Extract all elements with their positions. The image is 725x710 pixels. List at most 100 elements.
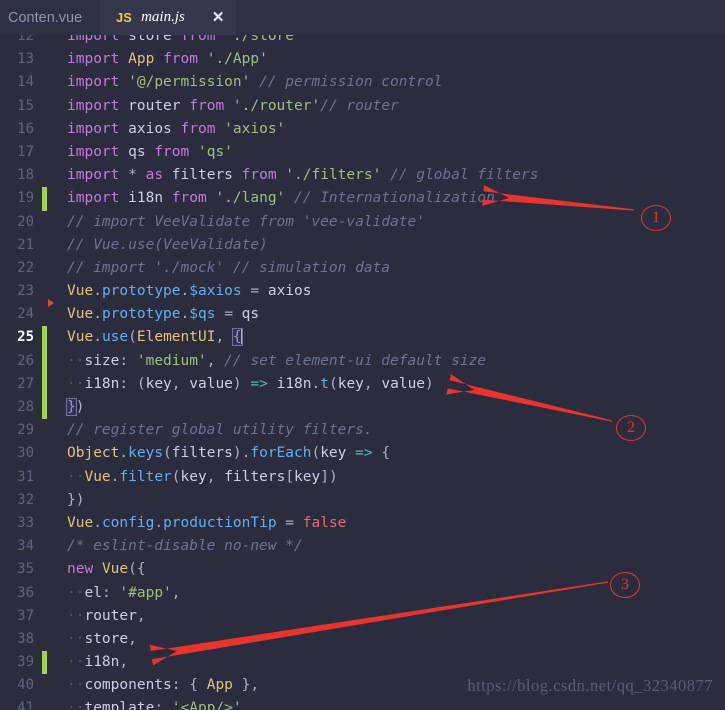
code-text: import i18n from './lang' // Internation… bbox=[67, 190, 495, 207]
line-number: 32 bbox=[17, 491, 34, 508]
code-line[interactable]: 18 import * as filters from './filters' /… bbox=[0, 164, 725, 187]
gutter-spacer bbox=[42, 234, 47, 257]
line-number: 21 bbox=[17, 236, 34, 253]
code-text: Vue.config.productionTip = false bbox=[67, 514, 347, 531]
gutter-spacer bbox=[42, 164, 47, 187]
code-text: // import VeeValidate from 'vee-validate… bbox=[67, 213, 425, 230]
code-text: }) bbox=[67, 491, 85, 508]
gutter-spacer bbox=[42, 466, 47, 489]
code-text: }) bbox=[66, 398, 85, 416]
line-number: 35 bbox=[17, 561, 34, 578]
tab-label: main.js bbox=[141, 9, 185, 25]
code-text: new Vue({ bbox=[67, 561, 146, 578]
code-text: import router from './router'// router bbox=[67, 97, 399, 114]
code-line[interactable]: 32}) bbox=[0, 489, 725, 512]
code-line[interactable]: 35 new Vue({ bbox=[0, 558, 725, 581]
gutter-spacer bbox=[42, 674, 47, 697]
modified-line-marker bbox=[42, 372, 47, 396]
code-line[interactable]: 23 Vue.prototype.$axios = axios bbox=[0, 280, 725, 307]
line-number: 33 bbox=[17, 514, 34, 531]
code-line[interactable]: 26 ··size: 'medium', // set element-ui de… bbox=[0, 349, 725, 373]
code-line[interactable]: 27 ··i18n: (key, value) => i18n.t(key, va… bbox=[0, 372, 725, 396]
code-line[interactable]: 24 Vue.prototype.$qs = qs bbox=[0, 303, 725, 326]
code-editor-area[interactable]: 12 import store from './store' 13 import Ap… bbox=[0, 28, 725, 710]
code-lines-container: 12 import store from './store' 13 import Ap… bbox=[0, 28, 725, 710]
line-number: 23 bbox=[17, 283, 34, 300]
gutter-spacer bbox=[42, 257, 47, 280]
close-icon[interactable]: ✕ bbox=[212, 10, 225, 25]
line-number: 41 bbox=[17, 700, 34, 710]
code-text: ··Vue.filter(key, filters[key]) bbox=[67, 468, 338, 485]
gutter-spacer bbox=[42, 558, 47, 581]
code-line[interactable]: 21 // Vue.use(VeeValidate) bbox=[0, 234, 725, 257]
code-text: import App from './App' bbox=[67, 51, 268, 68]
line-number: 34 bbox=[17, 538, 34, 555]
code-line[interactable]: 28}) bbox=[0, 396, 725, 420]
line-number: 37 bbox=[17, 607, 34, 624]
code-line[interactable]: 20 // import VeeValidate from 'vee-valida… bbox=[0, 211, 725, 234]
code-line[interactable]: 36 ··el: '#app', bbox=[0, 582, 725, 605]
javascript-file-icon: JS bbox=[116, 10, 133, 25]
line-number: 14 bbox=[17, 74, 34, 91]
line-number: 28 bbox=[17, 399, 34, 415]
code-line[interactable]: 29 // register global utility filters. bbox=[0, 419, 725, 442]
modified-line-marker bbox=[42, 396, 47, 420]
code-text: // register global utility filters. bbox=[67, 422, 373, 439]
tab-main-js[interactable]: JS main.js ✕ bbox=[100, 0, 237, 35]
code-text: import * as filters from './filters' // … bbox=[67, 167, 539, 184]
code-text: // Vue.use(VeeValidate) bbox=[67, 236, 268, 253]
line-number: 18 bbox=[17, 167, 34, 184]
line-number: 30 bbox=[17, 445, 34, 462]
code-line[interactable]: 31 ··Vue.filter(key, filters[key]) bbox=[0, 466, 725, 489]
gutter-spacer bbox=[42, 512, 47, 535]
code-line[interactable]: 15 import router from './router'// router bbox=[0, 95, 725, 118]
code-line[interactable]: 33 Vue.config.productionTip = false bbox=[0, 512, 725, 535]
gutter-spacer bbox=[42, 535, 47, 558]
code-text: import qs from 'qs' bbox=[67, 143, 233, 160]
gutter-spacer bbox=[42, 280, 47, 303]
code-text: import axios from 'axios' bbox=[67, 120, 286, 137]
code-line[interactable]: 34 /* eslint-disable no-new */ bbox=[0, 535, 725, 558]
code-text: ··el: '#app', bbox=[67, 584, 181, 601]
modified-line-marker bbox=[42, 326, 47, 350]
modified-line-marker bbox=[42, 349, 47, 373]
line-number: 25 bbox=[17, 329, 34, 346]
line-number: 29 bbox=[17, 422, 34, 439]
gutter-spacer bbox=[42, 697, 47, 710]
line-number: 31 bbox=[17, 468, 34, 485]
code-text: Vue.prototype.$qs = qs bbox=[67, 306, 260, 323]
line-number: 15 bbox=[17, 97, 34, 114]
code-text: Vue.use(ElementUI, { bbox=[44, 325, 725, 349]
code-line[interactable]: 22 // import './mock' // simulation data bbox=[0, 257, 725, 280]
code-line[interactable]: 14 import '@/permission' // permission co… bbox=[0, 71, 725, 94]
gutter-spacer bbox=[42, 419, 47, 442]
code-line[interactable]: 30 Object.keys(filters).forEach(key => { bbox=[0, 442, 725, 465]
code-line[interactable]: 19 import i18n from './lang' // Internati… bbox=[0, 187, 725, 211]
code-text: ··router, bbox=[67, 607, 146, 624]
code-text: /* eslint-disable no-new */ bbox=[67, 538, 303, 555]
line-number: 27 bbox=[17, 375, 34, 392]
line-number: 17 bbox=[17, 143, 34, 160]
code-text: ··i18n, bbox=[67, 654, 129, 671]
code-line[interactable]: 13 import App from './App' bbox=[0, 48, 725, 71]
code-line[interactable]: 39 ··i18n, bbox=[0, 651, 725, 675]
tab-label: Conten.vue bbox=[8, 9, 83, 26]
code-text: ··size: 'medium', // set element-ui defa… bbox=[67, 352, 487, 369]
code-line[interactable]: 41 ··template: '<App/>' bbox=[0, 697, 725, 710]
code-line[interactable]: 37 ··router, bbox=[0, 605, 725, 628]
gutter-spacer bbox=[42, 489, 47, 512]
line-number: 40 bbox=[17, 677, 34, 694]
code-line[interactable]: 16 import axios from 'axios' bbox=[0, 118, 725, 141]
watermark-url: https://blog.csdn.net/qq_32340877 bbox=[467, 676, 713, 695]
code-text: import '@/permission' // permission cont… bbox=[67, 74, 443, 91]
line-number: 20 bbox=[17, 213, 34, 230]
code-line[interactable]: 25 Vue.use(ElementUI, { bbox=[0, 325, 725, 350]
code-text: ··i18n: (key, value) => i18n.t(key, valu… bbox=[67, 375, 434, 392]
code-text: ··store, bbox=[67, 630, 137, 647]
tab-conten-vue[interactable]: Conten.vue bbox=[0, 0, 100, 35]
code-line[interactable]: 38 ··store, bbox=[0, 628, 725, 651]
code-text: Vue.prototype.$axios = axios bbox=[67, 283, 312, 300]
code-line[interactable]: 17 import qs from 'qs' bbox=[0, 141, 725, 164]
line-number: 36 bbox=[17, 584, 34, 601]
modified-line-marker bbox=[42, 187, 47, 211]
